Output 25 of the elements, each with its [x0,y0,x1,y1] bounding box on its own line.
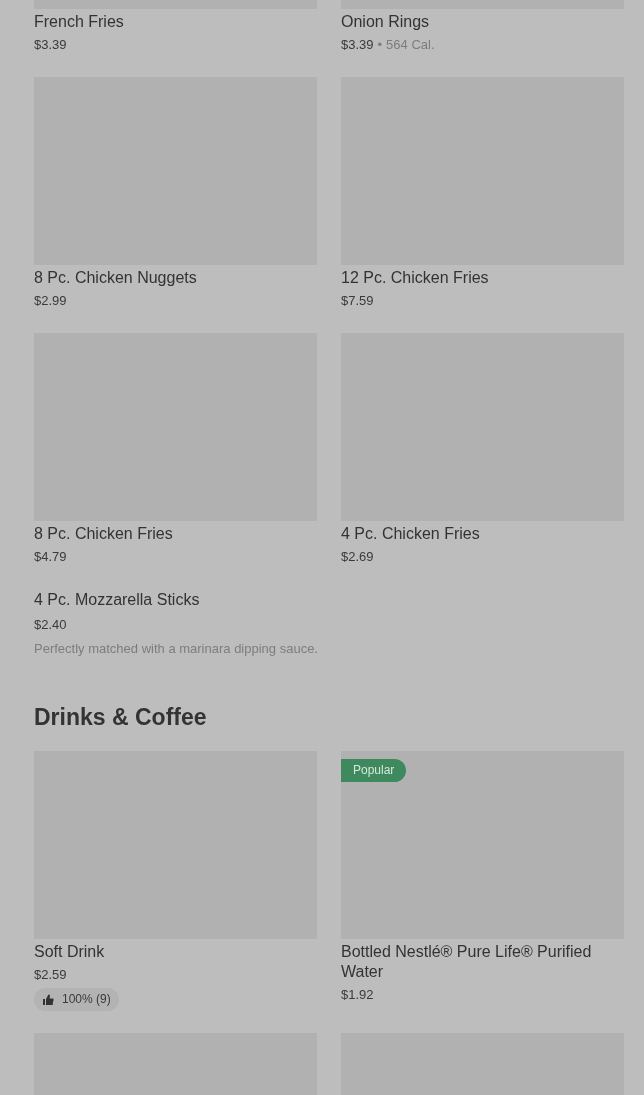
item-price: $7.59 [341,292,374,310]
item-name[interactable]: 4 Pc. Chicken Fries [341,524,480,544]
section-heading: Drinks & Coffee [34,703,208,731]
item-price: $4.79 [34,548,67,566]
item-name[interactable]: Onion Rings [341,12,430,32]
item-description: Perfectly matched with a marinara dipping sauce. [34,640,318,658]
item-price: $2.99 [34,292,67,310]
thumbs-up-icon [42,993,54,1006]
item-price: $2.40 [34,616,67,634]
item-name[interactable]: 4 Pc. Mozzarella Sticks [34,590,200,610]
item-price: $3.39 [34,36,67,54]
item-price: $1.92 [341,986,374,1004]
item-price: $3.39 [341,36,374,54]
item-price: $2.69 [341,548,374,566]
item-name[interactable]: French Fries [34,12,124,32]
item-name[interactable]: 8 Pc. Chicken Fries [34,524,173,544]
item-name[interactable]: 12 Pc. Chicken Fries [341,268,489,288]
item-name[interactable]: Bottled Nestlé® Pure Life® Purified Water [341,942,624,982]
rating-pill: 100% (9) [34,988,119,1011]
separator-dot: • [377,36,383,54]
item-name[interactable]: Soft Drink [34,942,105,962]
popular-badge: Popular [341,759,407,782]
item-name[interactable]: 8 Pc. Chicken Nuggets [34,268,197,288]
item-calories: 564 Cal. [386,36,435,54]
item-price: $2.59 [34,966,67,984]
